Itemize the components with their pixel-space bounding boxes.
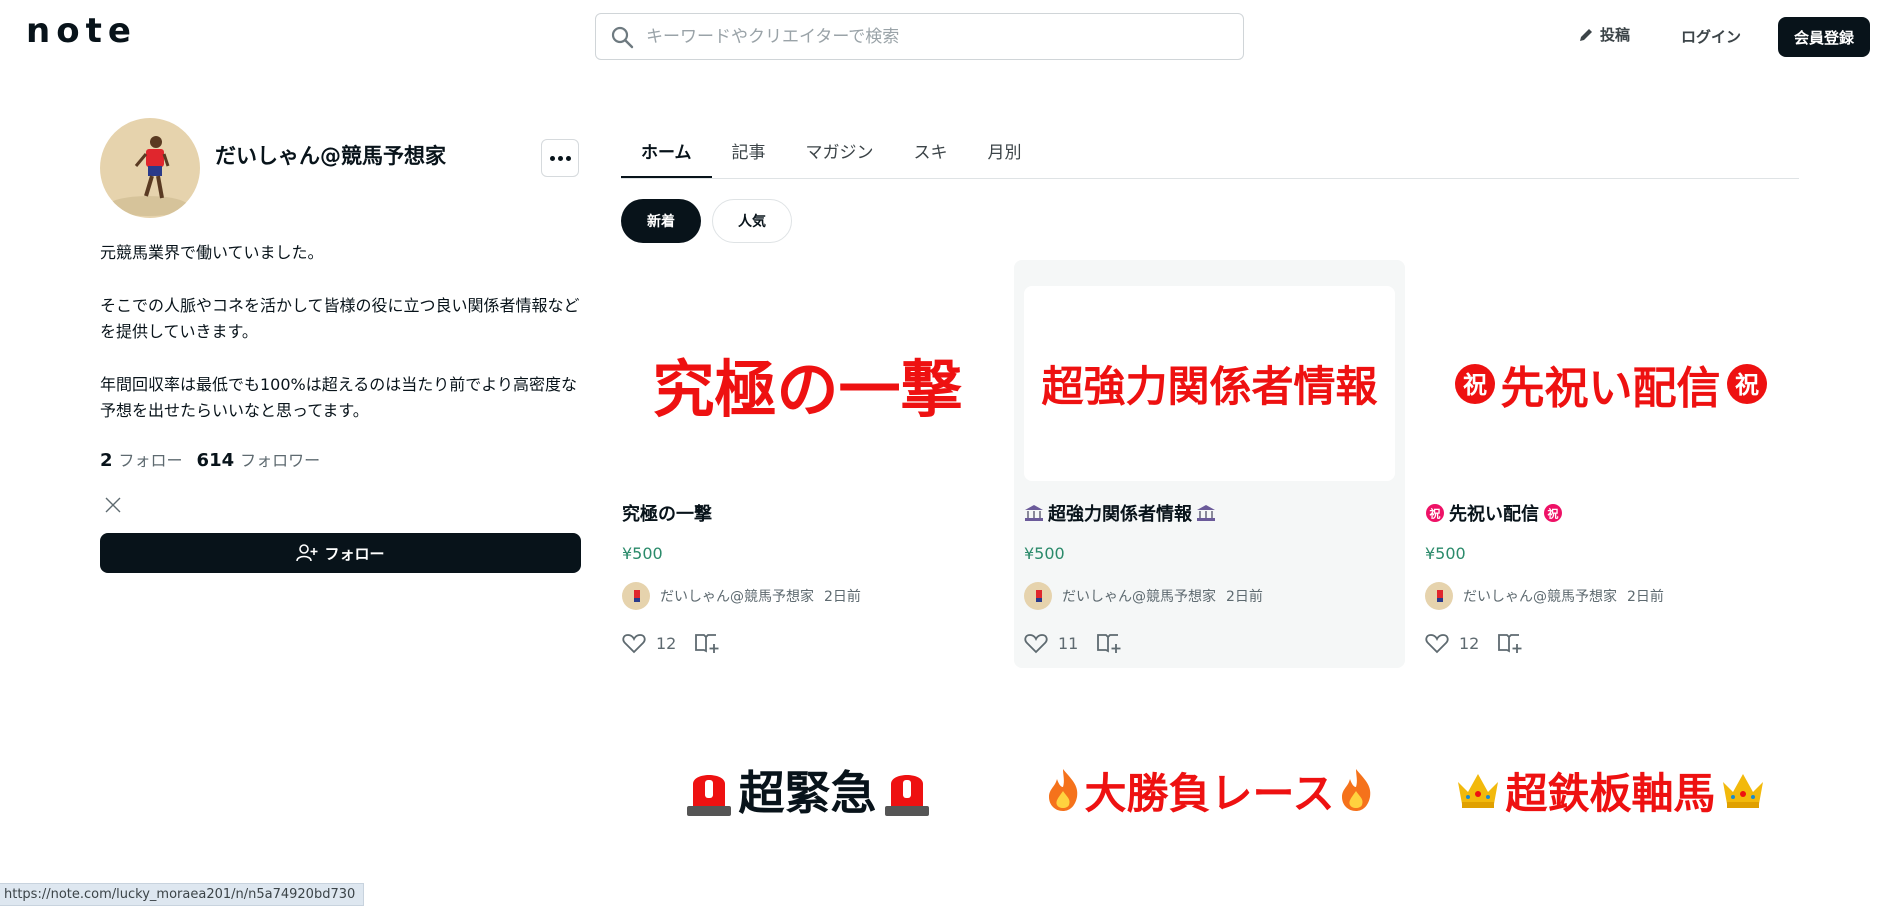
article-thumbnail[interactable]: 大勝負レース [1024, 740, 1395, 840]
follow-count[interactable]: 2 [100, 450, 113, 471]
celebration-icon: 祝 [1454, 363, 1495, 404]
article-thumbnail[interactable]: 究極の一撃 [622, 286, 993, 481]
celebration-icon: 祝 [1426, 504, 1444, 522]
more-options-button[interactable] [541, 139, 579, 177]
bio-line: 元競馬業界で働いていました。 [100, 243, 324, 262]
like-count: 11 [1058, 633, 1079, 653]
heart-icon[interactable] [622, 632, 646, 654]
article-actions: 11 [1024, 632, 1122, 654]
siren-icon [884, 775, 929, 816]
signup-button[interactable]: 会員登録 [1778, 17, 1870, 57]
follow-button[interactable]: フォロー [100, 533, 581, 573]
tab-articles[interactable]: 記事 [712, 128, 786, 178]
article-price: ¥500 [622, 544, 663, 563]
author-avatar[interactable] [1425, 582, 1453, 610]
fire-icon [1048, 769, 1077, 811]
follow-stats: 2 フォロー 614 フォロワー [100, 447, 328, 471]
svg-text:祝: 祝 [1430, 507, 1441, 521]
search-icon [611, 26, 634, 48]
author-avatar[interactable] [1024, 582, 1052, 610]
celebration-icon: 祝 [1544, 504, 1562, 522]
article-card[interactable]: 究極の一撃 究極の一撃 ¥500 だいしゃん@競馬予想家 2日前 12 [612, 260, 1003, 668]
svg-text:祝: 祝 [1463, 371, 1487, 399]
author-avatar[interactable] [622, 582, 650, 610]
article-thumbnail[interactable]: 超鉄板軸馬 [1425, 740, 1796, 840]
profile-bio: 元競馬業界で働いていました。 そこでの人脈やコネを活かして皆様の役に立つ良い関係… [100, 240, 580, 451]
search-input[interactable] [644, 25, 1208, 48]
article-author[interactable]: だいしゃん@競馬予想家 2日前 [1425, 582, 1664, 610]
article-title[interactable]: 超強力関係者情報 [1024, 500, 1216, 526]
heart-icon[interactable] [1425, 632, 1449, 654]
article-title[interactable]: 究極の一撃 [622, 500, 712, 526]
author-name[interactable]: だいしゃん@競馬予想家 [660, 586, 814, 606]
link-status-bar: https://note.com/lucky_moraea201/n/n5a74… [0, 883, 365, 906]
add-user-icon [296, 544, 318, 562]
post-time: 2日前 [1226, 589, 1263, 605]
crown-icon [1458, 774, 1499, 808]
x-twitter-icon[interactable] [104, 496, 122, 518]
tab-monthly[interactable]: 月別 [968, 128, 1042, 178]
article-title[interactable]: 祝 先祝い配信 祝 [1425, 500, 1563, 526]
magazine-add-icon[interactable] [1497, 632, 1523, 654]
article-card[interactable]: 超強力関係者情報 超強力関係者情報 ¥500 だいしゃん@競馬予想家 2日前 1… [1014, 260, 1405, 668]
svg-text:祝: 祝 [1548, 507, 1559, 521]
bio-line: 年間回収率は最低でも100%は超えるのは当たり前でより高密度な予想を出せたらいい… [100, 375, 577, 420]
post-label: 投稿 [1600, 26, 1631, 44]
follow-label[interactable]: フォロー [119, 447, 183, 471]
article-actions: 12 [622, 632, 720, 654]
bio-line: そこでの人脈やコネを活かして皆様の役に立つ良い関係者情報などを提供していきます。 [100, 296, 580, 341]
bank-icon [1025, 505, 1043, 521]
tab-magazine[interactable]: マガジン [786, 128, 894, 178]
crown-icon [1722, 774, 1763, 808]
follow-button-label: フォロー [324, 544, 385, 563]
fire-icon [1342, 769, 1371, 811]
pencil-icon [1580, 28, 1592, 41]
login-link[interactable]: ログイン [1681, 26, 1741, 47]
post-time: 2日前 [824, 589, 861, 605]
follower-count[interactable]: 614 [197, 450, 235, 471]
note-logo[interactable]: note [26, 11, 152, 52]
tab-likes[interactable]: スキ [894, 128, 968, 178]
search-box[interactable] [595, 13, 1244, 60]
article-thumbnail[interactable]: 超緊急 [622, 740, 993, 840]
profile-tabs: ホーム 記事 マガジン スキ 月別 [621, 128, 1799, 179]
follower-label[interactable]: フォロワー [240, 447, 320, 471]
author-name[interactable]: だいしゃん@競馬予想家 [1062, 586, 1216, 606]
tab-home[interactable]: ホーム [621, 128, 712, 178]
like-count: 12 [656, 633, 677, 653]
like-count: 12 [1459, 633, 1480, 653]
sort-new-button[interactable]: 新着 [621, 199, 701, 243]
bank-icon [1197, 505, 1215, 521]
magazine-add-icon[interactable] [1096, 632, 1122, 654]
article-author[interactable]: だいしゃん@競馬予想家 2日前 [622, 582, 861, 610]
article-price: ¥500 [1425, 544, 1466, 563]
celebration-icon: 祝 [1726, 363, 1767, 404]
profile-avatar[interactable] [100, 118, 200, 218]
heart-icon[interactable] [1024, 632, 1048, 654]
article-price: ¥500 [1024, 544, 1065, 563]
article-actions: 12 [1425, 632, 1523, 654]
profile-name[interactable]: だいしゃん@競馬予想家 [215, 140, 446, 170]
magazine-add-icon[interactable] [694, 632, 720, 654]
svg-text:note: note [26, 14, 137, 48]
article-thumbnail[interactable]: 超強力関係者情報 [1024, 286, 1395, 481]
post-button[interactable]: 投稿 [1578, 24, 1630, 45]
article-card[interactable]: 祝 先祝い配信 祝 祝 先祝い配信 祝 ¥500 だいしゃん@競馬予想家 2日前… [1415, 260, 1806, 668]
article-thumbnail[interactable]: 祝 先祝い配信 祝 [1425, 286, 1796, 481]
article-author[interactable]: だいしゃん@競馬予想家 2日前 [1024, 582, 1263, 610]
svg-text:祝: 祝 [1735, 371, 1759, 399]
sort-popular-button[interactable]: 人気 [712, 199, 792, 243]
post-time: 2日前 [1627, 589, 1664, 605]
author-name[interactable]: だいしゃん@競馬予想家 [1463, 586, 1617, 606]
more-icon [549, 155, 555, 161]
siren-icon [686, 775, 731, 816]
